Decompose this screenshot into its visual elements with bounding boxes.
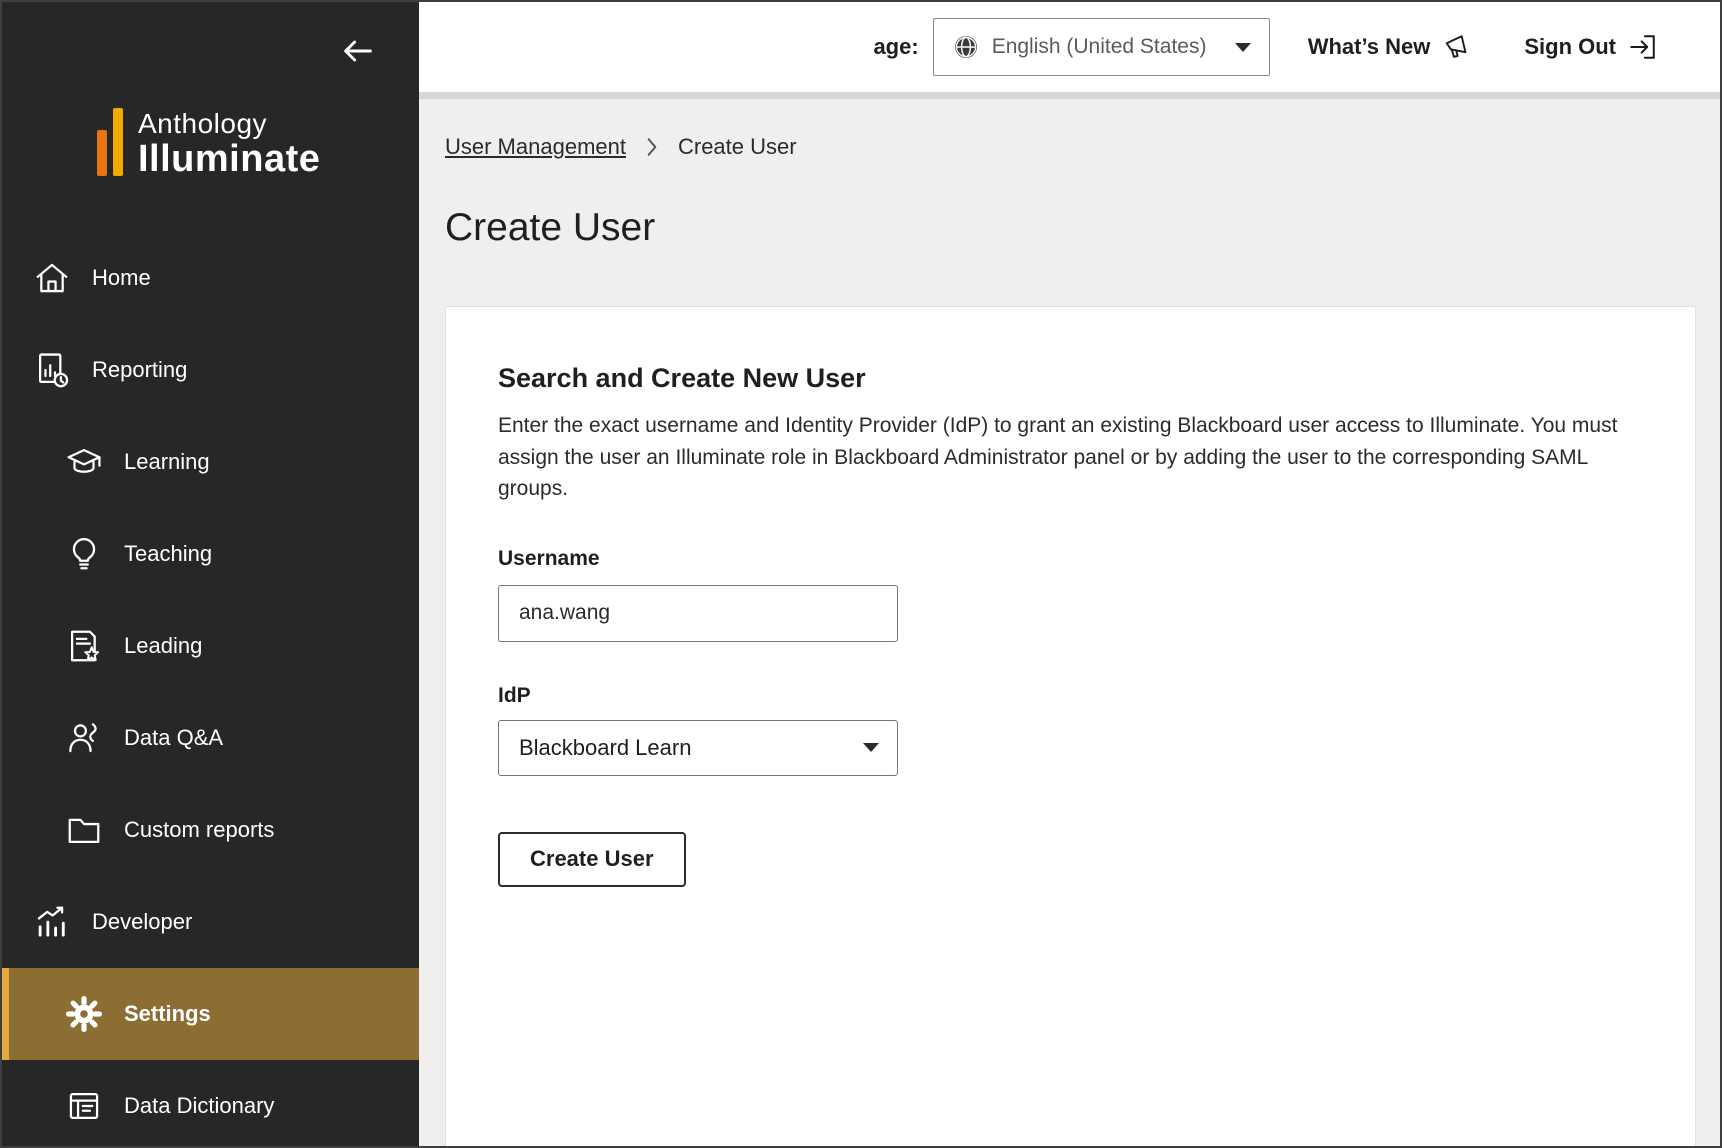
sidebar-item-label: Settings xyxy=(124,1001,211,1027)
settings-icon xyxy=(64,994,104,1034)
idp-select[interactable]: Blackboard Learn xyxy=(498,720,898,776)
sidebar-item-learning[interactable]: Learning xyxy=(2,416,419,508)
language-label: age: xyxy=(873,34,918,60)
developer-icon xyxy=(32,902,72,942)
language-value: English (United States) xyxy=(992,35,1221,59)
sidebar-item-settings[interactable]: Settings xyxy=(2,968,419,1060)
whats-new-button[interactable]: What’s New xyxy=(1308,32,1473,62)
chevron-down-icon xyxy=(863,743,879,752)
sidebar-item-data-qa[interactable]: Data Q&A xyxy=(2,692,419,784)
sign-out-icon xyxy=(1628,32,1658,62)
reporting-icon xyxy=(32,350,72,390)
topbar: age: English (United States) What’s New xyxy=(419,2,1720,99)
logo-bars-icon xyxy=(97,108,123,180)
sidebar-item-label: Data Q&A xyxy=(124,725,223,751)
sidebar-item-label: Reporting xyxy=(92,357,187,383)
sidebar-item-label: Developer xyxy=(92,909,192,935)
logo-line1: Anthology xyxy=(138,108,320,140)
arrow-left-icon xyxy=(340,33,376,69)
sidebar-item-teaching[interactable]: Teaching xyxy=(2,508,419,600)
globe-icon xyxy=(952,33,980,61)
sidebar-item-label: Home xyxy=(92,265,151,291)
logo-line2: Illuminate xyxy=(138,140,320,180)
breadcrumb: User Management Create User xyxy=(445,134,1720,160)
sign-out-button[interactable]: Sign Out xyxy=(1524,32,1658,62)
data-qa-icon xyxy=(64,718,104,758)
card-description: Enter the exact username and Identity Pr… xyxy=(498,410,1643,505)
sidebar-item-label: Teaching xyxy=(124,541,212,567)
home-icon xyxy=(32,258,72,298)
sidebar-item-label: Learning xyxy=(124,449,210,475)
username-label: Username xyxy=(498,547,1643,571)
anthology-illuminate-logo: Anthology Illuminate xyxy=(97,108,320,180)
teaching-icon xyxy=(64,534,104,574)
card-heading: Search and Create New User xyxy=(498,363,1643,394)
page-title: Create User xyxy=(445,206,1720,250)
leading-icon xyxy=(64,626,104,666)
learning-icon xyxy=(64,442,104,482)
sidebar-item-custom-reports[interactable]: Custom reports xyxy=(2,784,419,876)
data-dictionary-icon xyxy=(64,1086,104,1126)
sidebar-item-developer[interactable]: Developer xyxy=(2,876,419,968)
app-window: Anthology Illuminate Home xyxy=(0,0,1722,1148)
main-content: User Management Create User Create User … xyxy=(419,106,1720,1146)
chevron-right-icon xyxy=(644,137,660,157)
sidebar-item-data-dictionary[interactable]: Data Dictionary xyxy=(2,1060,419,1148)
sidebar-item-reporting[interactable]: Reporting xyxy=(2,324,419,416)
sidebar-item-label: Data Dictionary xyxy=(124,1093,274,1119)
chevron-down-icon xyxy=(1235,43,1251,52)
sidebar-item-home[interactable]: Home xyxy=(2,232,419,324)
sidebar: Anthology Illuminate Home xyxy=(2,2,419,1148)
idp-selected-value: Blackboard Learn xyxy=(519,735,849,761)
breadcrumb-user-management-link[interactable]: User Management xyxy=(445,134,626,160)
whats-new-label: What’s New xyxy=(1308,34,1431,60)
language-selector[interactable]: English (United States) xyxy=(933,18,1270,76)
custom-reports-icon xyxy=(64,810,104,850)
idp-label: IdP xyxy=(498,684,1643,708)
sidebar-nav: Home Reporting xyxy=(2,232,419,1148)
sidebar-item-label: Leading xyxy=(124,633,202,659)
breadcrumb-current: Create User xyxy=(678,134,797,160)
sidebar-item-leading[interactable]: Leading xyxy=(2,600,419,692)
username-input[interactable] xyxy=(498,585,898,642)
create-user-card: Search and Create New User Enter the exa… xyxy=(445,306,1696,1148)
create-user-button[interactable]: Create User xyxy=(498,832,686,887)
sidebar-item-label: Custom reports xyxy=(124,817,274,843)
sign-out-label: Sign Out xyxy=(1524,34,1616,60)
megaphone-icon xyxy=(1442,32,1472,62)
sidebar-collapse-button[interactable] xyxy=(337,30,379,72)
